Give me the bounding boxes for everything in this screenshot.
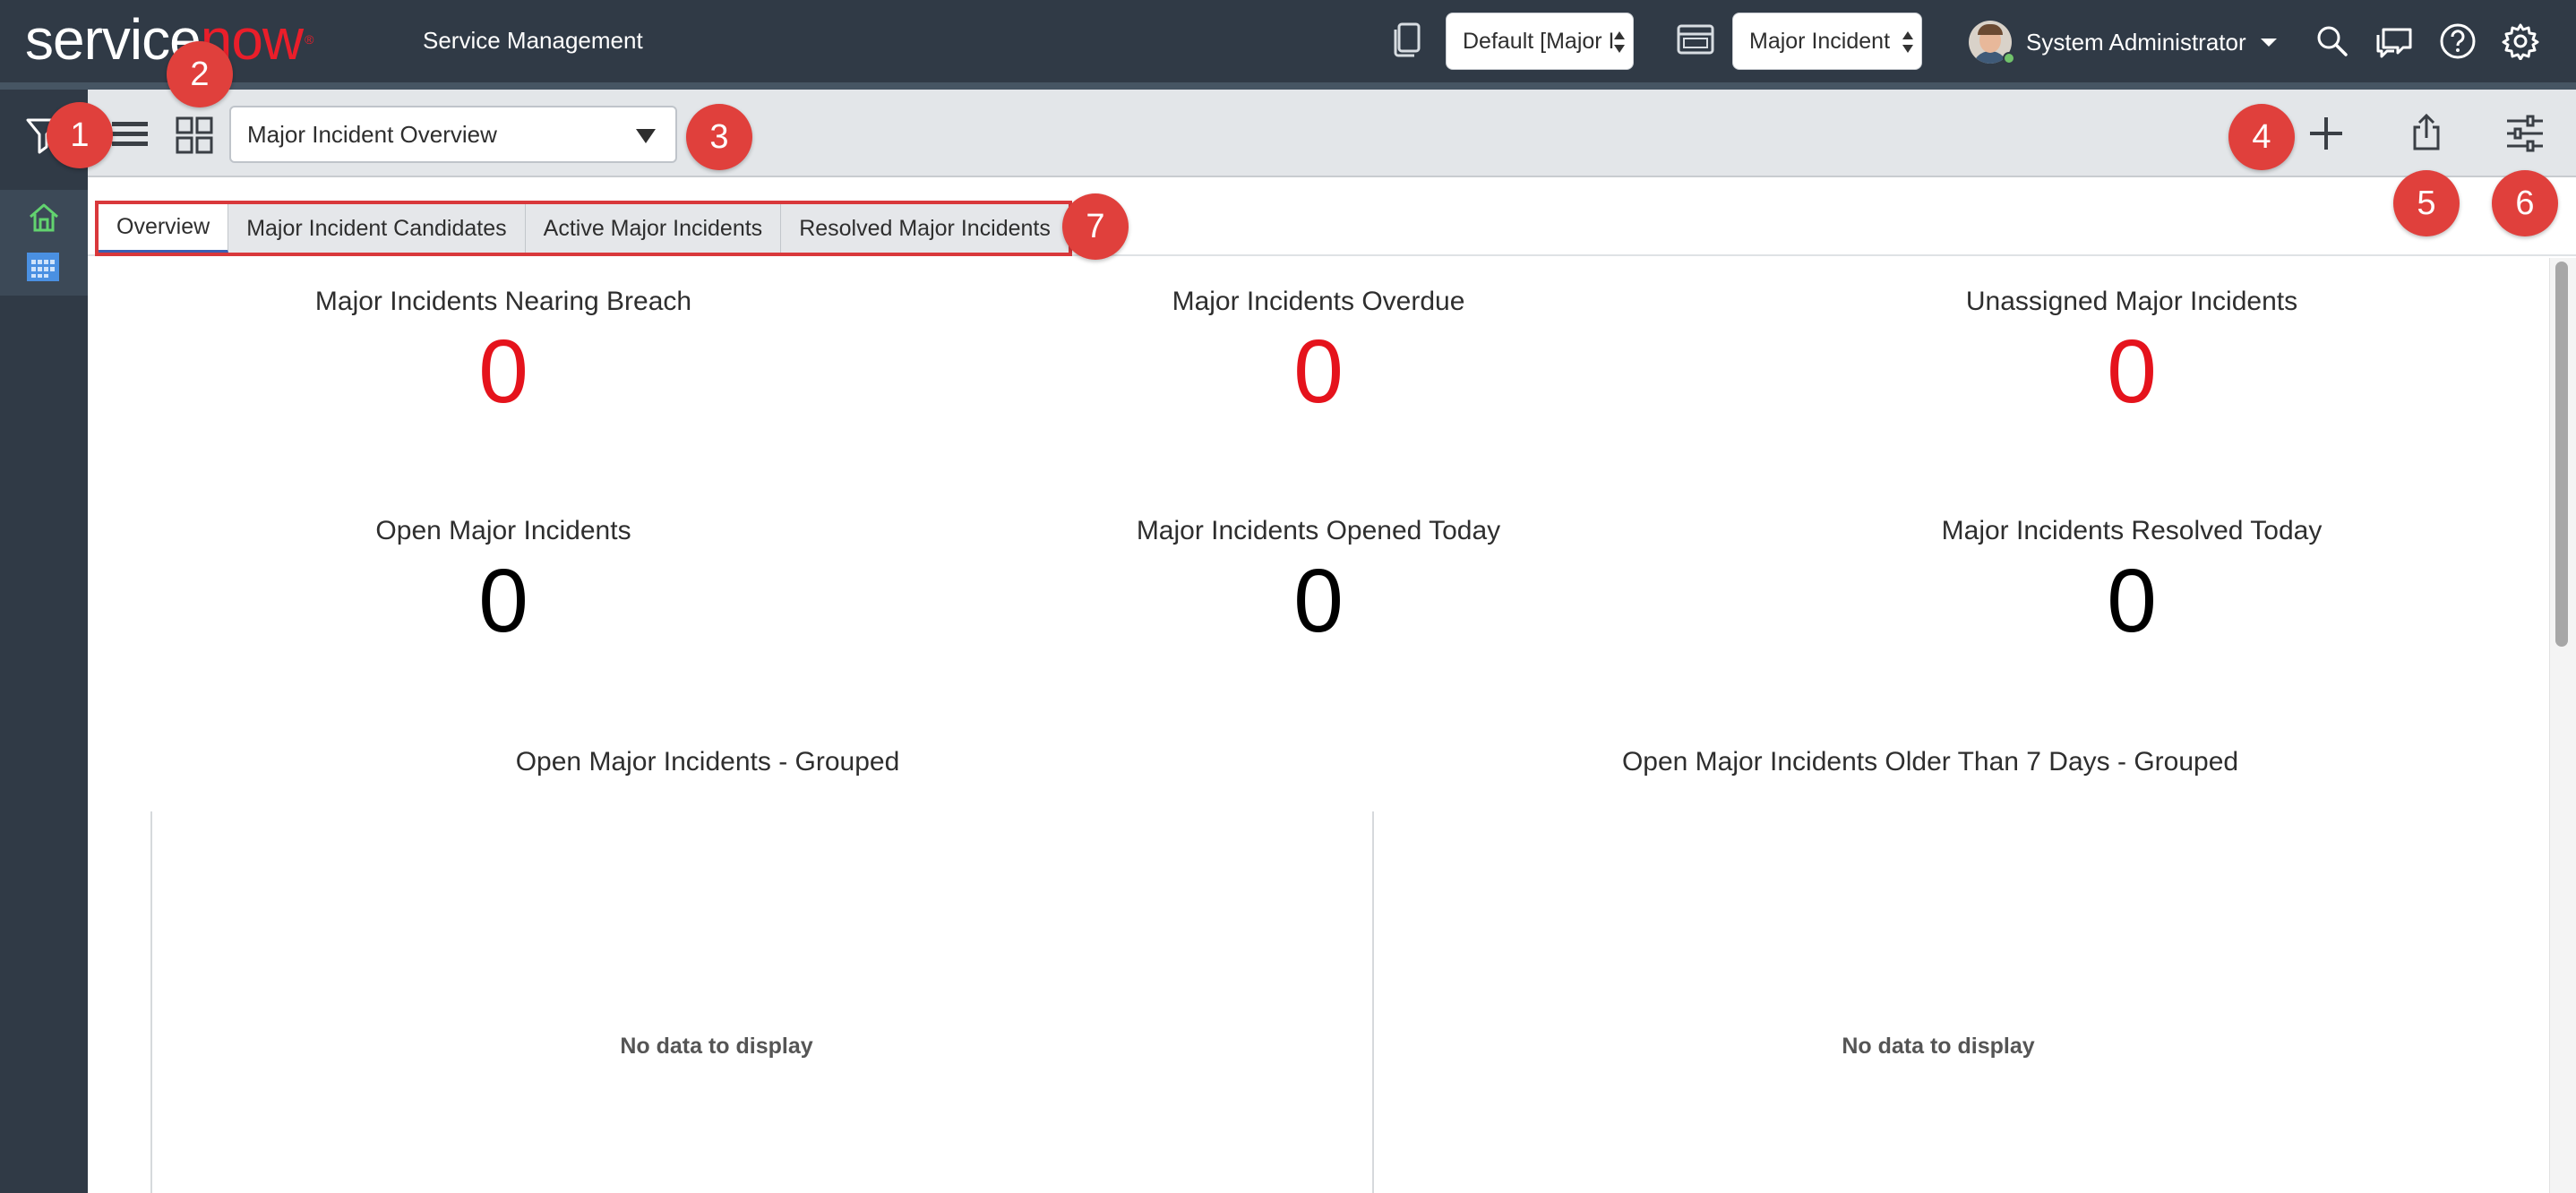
stat-value[interactable]: 0 [1782, 552, 2481, 650]
chart-frame-open-grouped [150, 811, 1370, 1193]
stat-label: Major Incidents Overdue [1172, 287, 1465, 316]
dashboard-filter-select[interactable]: Default [Major I [1446, 13, 1634, 70]
online-status-icon [2003, 52, 2015, 64]
stat-label: Major Incidents Opened Today [1136, 516, 1501, 545]
stat-value[interactable]: 0 [1782, 322, 2481, 421]
dashboard-tabs: Overview Major Incident Candidates Activ… [95, 201, 1072, 256]
annotation-badge: 2 [167, 41, 233, 107]
stat-resolved-today[interactable]: Major Incidents Resolved Today 0 [1782, 516, 2481, 650]
home-icon[interactable] [25, 199, 63, 236]
hamburger-menu-icon[interactable] [109, 115, 150, 154]
tab-active-major-incidents[interactable]: Active Major Incidents [525, 204, 782, 253]
share-export-icon[interactable] [2408, 111, 2445, 154]
annotation-badge: 1 [47, 102, 113, 168]
user-name: System Administrator [2026, 28, 2246, 56]
header-divider [0, 82, 2576, 90]
window-icon[interactable] [1675, 21, 1716, 57]
dashboard-filter-value: Default [Major I [1463, 28, 1615, 54]
caret-down-icon [2260, 38, 2277, 47]
select-arrows-icon [1902, 31, 1913, 53]
chart-title-older-7-days: Open Major Incidents Older Than 7 Days -… [1621, 747, 2239, 777]
annotation-badge: 7 [1062, 193, 1129, 260]
annotation-badge: 4 [2228, 104, 2295, 170]
search-icon[interactable] [2314, 23, 2350, 59]
no-data-message: No data to display [620, 1034, 813, 1059]
stat-label: Open Major Incidents [375, 516, 631, 545]
caret-down-icon [636, 129, 656, 143]
dashboard-copy-icon[interactable] [1388, 20, 1428, 61]
stat-label: Major Incidents Resolved Today [1941, 516, 2323, 545]
stat-label: Unassigned Major Incidents [1965, 287, 2298, 316]
tab-major-incident-candidates[interactable]: Major Incident Candidates [228, 204, 526, 253]
connect-chat-icon[interactable] [2374, 23, 2415, 59]
stat-label: Major Incidents Nearing Breach [314, 287, 692, 316]
stat-overdue[interactable]: Major Incidents Overdue 0 [969, 287, 1668, 421]
role-select-value: Major Incident [1749, 28, 1891, 54]
stat-value[interactable]: 0 [969, 322, 1668, 421]
add-widget-icon[interactable] [2306, 113, 2347, 154]
stat-open[interactable]: Open Major Incidents 0 [154, 516, 853, 650]
scrollbar-thumb[interactable] [2555, 262, 2568, 647]
stat-value[interactable]: 0 [969, 552, 1668, 650]
stat-unassigned[interactable]: Unassigned Major Incidents 0 [1782, 287, 2481, 421]
chart-frame-older-7-days [1372, 811, 2547, 1193]
tab-overview[interactable]: Overview [99, 204, 229, 253]
dashboard-grid-icon[interactable] [174, 115, 215, 156]
tab-resolved-major-incidents[interactable]: Resolved Major Incidents [781, 204, 1069, 253]
dashboard-settings-sliders-icon[interactable] [2504, 113, 2546, 154]
no-data-message: No data to display [1842, 1034, 2035, 1059]
annotation-badge: 3 [686, 104, 752, 170]
stat-opened-today[interactable]: Major Incidents Opened Today 0 [969, 516, 1668, 650]
dashboard-select-value: Major Incident Overview [247, 120, 497, 148]
select-arrows-icon [1614, 31, 1625, 53]
calendar-icon[interactable] [23, 247, 63, 285]
help-icon[interactable] [2438, 21, 2477, 61]
role-select[interactable]: Major Incident [1732, 13, 1922, 70]
dashboard-select[interactable]: Major Incident Overview [229, 106, 677, 163]
stat-nearing-breach[interactable]: Major Incidents Nearing Breach 0 [154, 287, 853, 421]
app-title: Service Management [423, 27, 643, 54]
annotation-badge: 6 [2492, 170, 2558, 236]
settings-gear-icon[interactable] [2501, 21, 2540, 61]
stat-value[interactable]: 0 [154, 552, 853, 650]
chart-title-open-grouped: Open Major Incidents - Grouped [515, 747, 900, 777]
logo-trademark: ® [305, 32, 313, 47]
stat-value[interactable]: 0 [154, 322, 853, 421]
annotation-badge: 5 [2393, 170, 2460, 236]
